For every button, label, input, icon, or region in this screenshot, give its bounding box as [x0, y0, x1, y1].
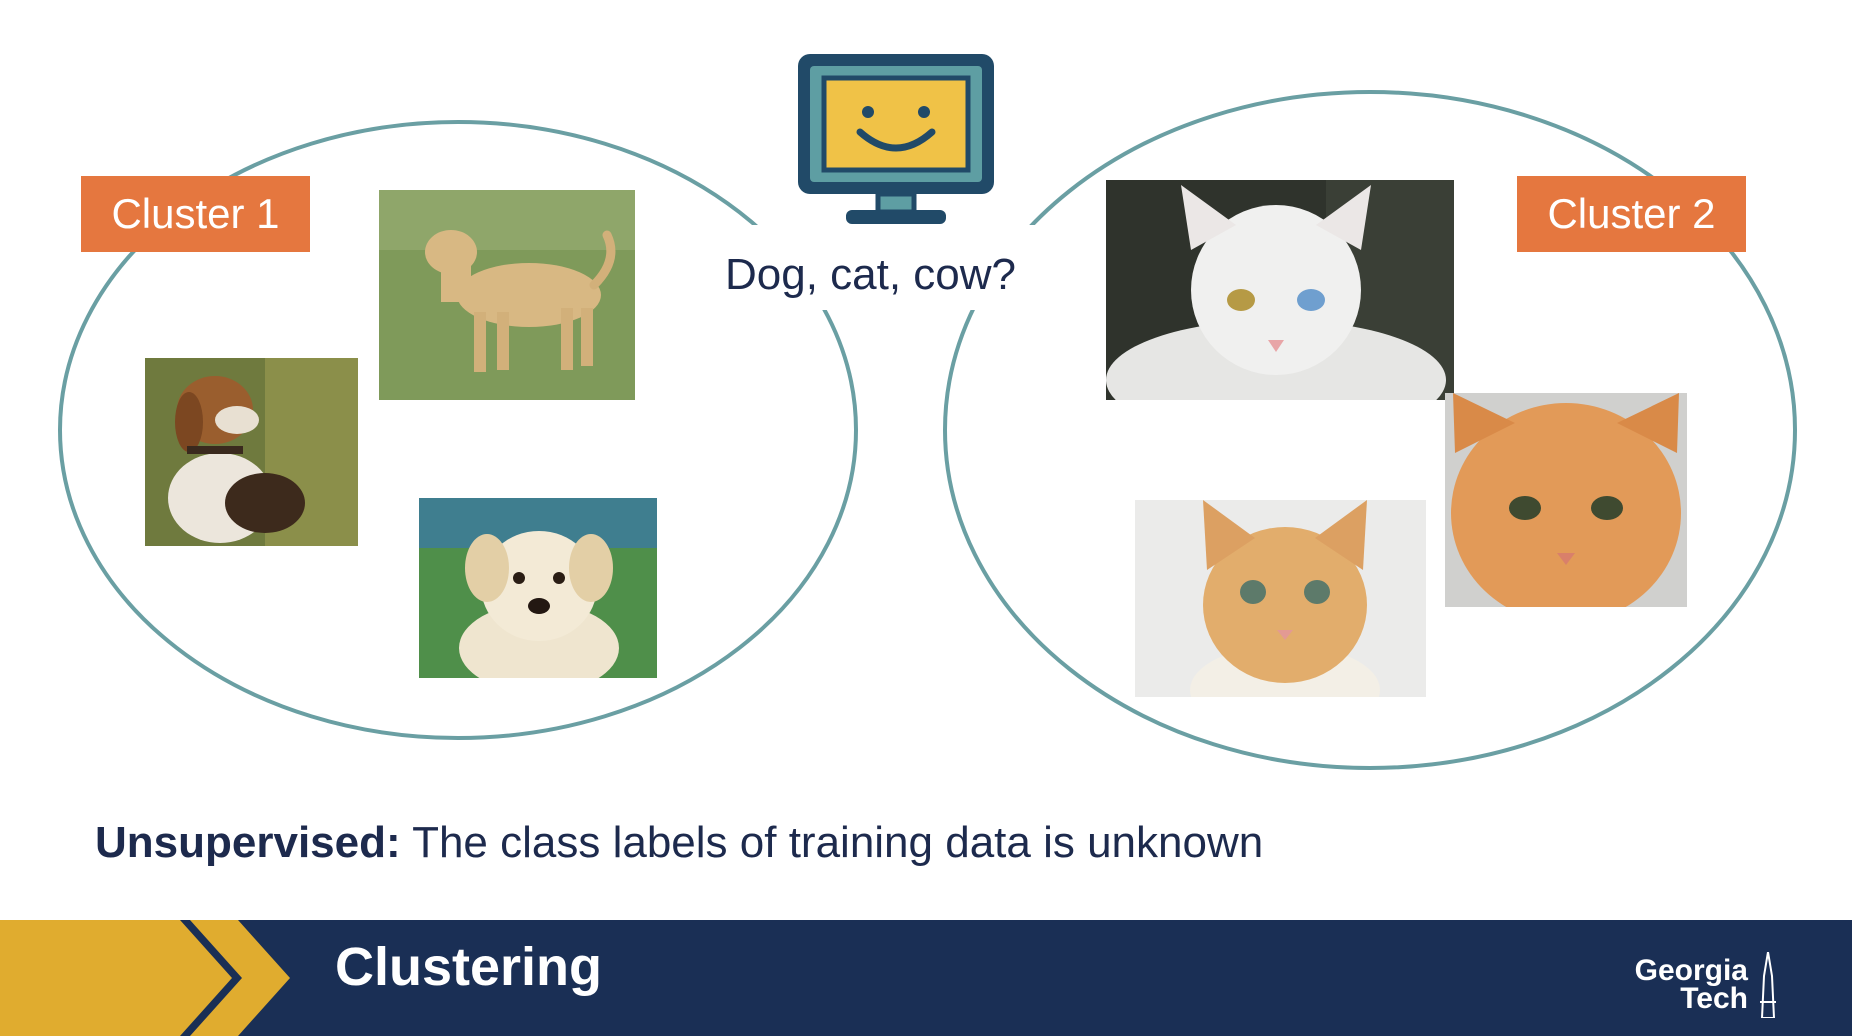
cluster-1-label-text: Cluster 1 — [111, 190, 280, 237]
computer-monitor-smiley-icon — [798, 54, 994, 224]
logo-line-2: Tech — [1680, 982, 1748, 1015]
photo-beagle-dog — [145, 358, 358, 546]
cluster-1-label: Cluster 1 — [81, 176, 310, 252]
photo-orange-cat — [1445, 393, 1687, 607]
photo-puppy-dog — [419, 498, 657, 678]
chevron-icon — [0, 920, 290, 1036]
photo-white-cat — [1106, 180, 1454, 400]
slide: Dog, cat, cow? Cluster 1 Cluster 2 Unsup… — [0, 0, 1852, 1036]
footer-bar: Clustering Georgia Tech — [0, 920, 1852, 1036]
footer-title: Clustering — [335, 937, 603, 997]
tower-icon — [1760, 952, 1776, 1018]
cluster-2-label-text: Cluster 2 — [1547, 190, 1716, 237]
georgia-tech-logo: Georgia Tech — [1618, 952, 1788, 1020]
cluster-2-label: Cluster 2 — [1517, 176, 1746, 252]
caption-bold: Unsupervised: — [95, 818, 401, 867]
photo-kitten — [1135, 500, 1426, 697]
question-text: Dog, cat, cow? — [725, 250, 1017, 299]
caption: Unsupervised: The class labels of traini… — [95, 818, 1263, 868]
caption-text: The class labels of training data is unk… — [400, 818, 1264, 867]
photo-labrador-dog — [379, 190, 635, 400]
